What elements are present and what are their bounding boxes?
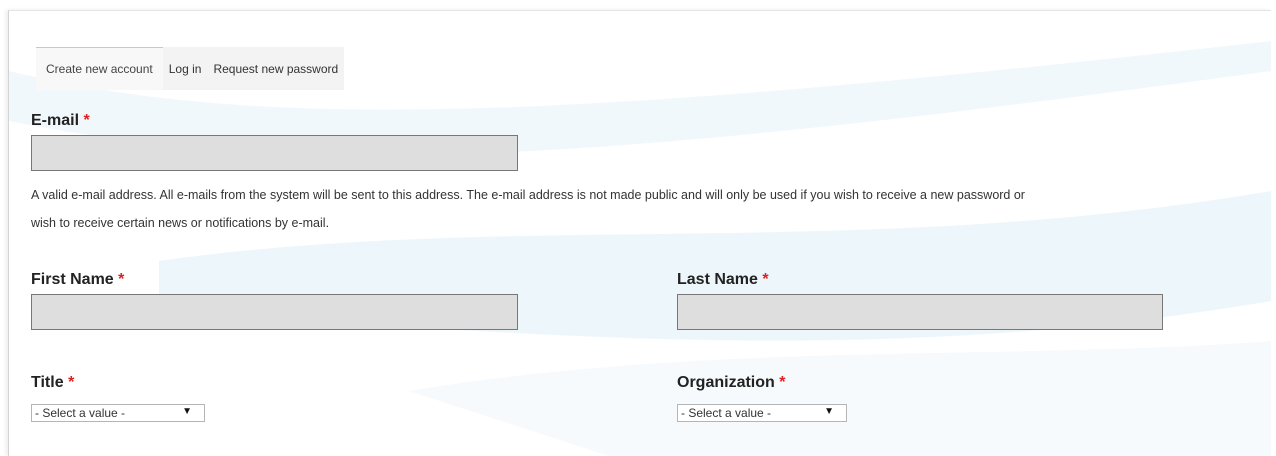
account-tabs: Create new account Log in Request new pa… [36, 47, 345, 90]
title-select[interactable]: - Select a value - ▼ [31, 404, 205, 422]
tab-log-in-label: Log in [168, 61, 202, 76]
title-select-value: - Select a value - [35, 406, 126, 420]
first-name-label: First Name * [31, 271, 124, 289]
registration-panel: Create new account Log in Request new pa… [8, 10, 1271, 456]
first-name-required-marker: * [118, 271, 125, 288]
tab-create-new-account-label: Create new account [46, 62, 153, 76]
last-name-label-text: Last Name [677, 271, 758, 288]
organization-label-text: Organization [677, 374, 775, 391]
organization-label: Organization * [677, 374, 785, 392]
title-label-text: Title [31, 374, 64, 391]
email-label: E-mail * [31, 112, 90, 130]
first-name-label-text: First Name [31, 271, 114, 288]
organization-select-value: - Select a value - [681, 406, 772, 420]
tab-log-in[interactable]: Log in [162, 47, 208, 90]
email-required-marker: * [83, 112, 90, 129]
first-name-field[interactable] [31, 294, 518, 330]
dropdown-arrow-icon: ▼ [182, 406, 192, 417]
last-name-required-marker: * [762, 271, 769, 288]
organization-required-marker: * [779, 374, 786, 391]
last-name-label: Last Name * [677, 271, 769, 289]
email-help-text: A valid e-mail address. All e-mails from… [31, 188, 1025, 230]
email-label-text: E-mail [31, 112, 80, 129]
organization-select[interactable]: - Select a value - ▼ [677, 404, 847, 422]
dropdown-arrow-icon: ▼ [824, 406, 834, 417]
title-label: Title * [31, 374, 74, 392]
tab-create-new-account[interactable]: Create new account [36, 47, 163, 90]
tab-request-new-password-label: Request new password [213, 61, 339, 76]
tab-request-new-password[interactable]: Request new password [207, 47, 345, 90]
last-name-field[interactable] [677, 294, 1163, 330]
title-required-marker: * [68, 374, 75, 391]
email-field[interactable] [31, 135, 518, 171]
